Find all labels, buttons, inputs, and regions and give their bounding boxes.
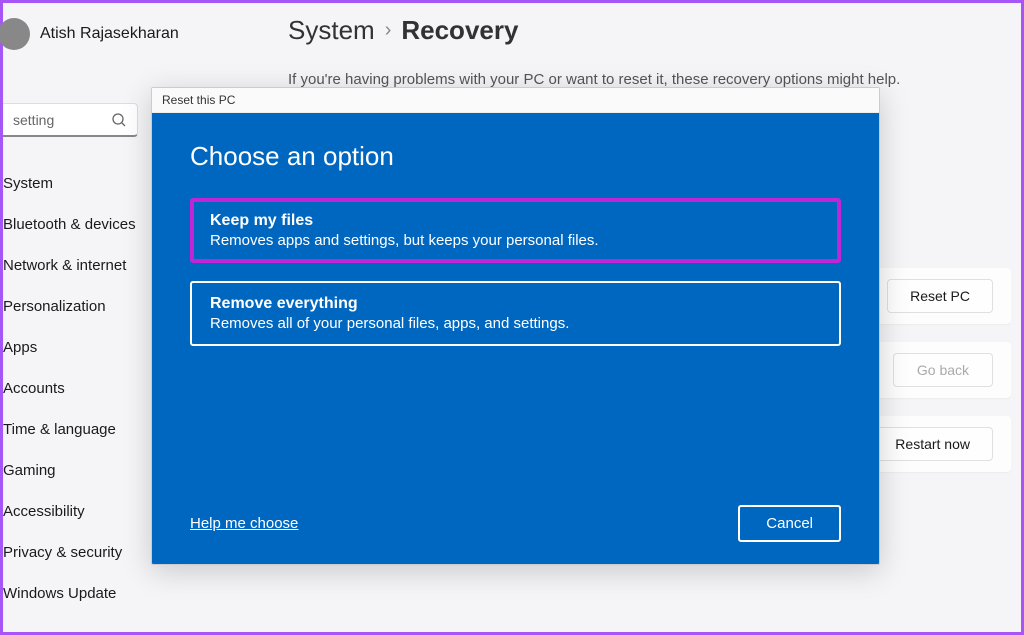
user-section[interactable]: Atish Rajasekharan <box>8 18 179 50</box>
sidebar-item-label: Personalization <box>3 298 106 315</box>
dialog-body: Choose an option Keep my files Removes a… <box>152 113 879 564</box>
sidebar-item-label: Bluetooth & devices <box>3 216 136 233</box>
sidebar-item-label: Gaming <box>3 462 56 479</box>
sidebar-item-label: Network & internet <box>3 257 126 274</box>
chevron-right-icon: › <box>385 19 392 42</box>
avatar <box>0 18 30 50</box>
breadcrumb-parent[interactable]: System <box>288 15 375 46</box>
cancel-button[interactable]: Cancel <box>738 505 841 542</box>
option-desc: Removes apps and settings, but keeps you… <box>210 232 821 249</box>
go-back-button: Go back <box>893 353 993 387</box>
search-text: setting <box>13 112 111 128</box>
option-remove-everything[interactable]: Remove everything Removes all of your pe… <box>190 281 841 346</box>
restart-now-button[interactable]: Restart now <box>872 427 993 461</box>
option-title: Remove everything <box>210 295 821 313</box>
search-icon <box>111 112 127 128</box>
sidebar-item-label: System <box>3 175 53 192</box>
search-input[interactable]: setting <box>3 103 138 137</box>
sidebar-item-label: Accounts <box>3 380 65 397</box>
option-keep-files[interactable]: Keep my files Removes apps and settings,… <box>190 198 841 263</box>
sidebar-item-label: Windows Update <box>3 585 116 602</box>
sidebar-item-label: Privacy & security <box>3 544 122 561</box>
reset-pc-dialog: Reset this PC Choose an option Keep my f… <box>151 87 880 565</box>
reset-pc-button[interactable]: Reset PC <box>887 279 993 313</box>
sidebar-item-label: Apps <box>3 339 37 356</box>
help-me-choose-link[interactable]: Help me choose <box>190 515 298 532</box>
page-description: If you're having problems with your PC o… <box>288 71 900 88</box>
breadcrumb: System › Recovery <box>288 15 518 46</box>
breadcrumb-current: Recovery <box>401 15 518 46</box>
sidebar-item-label: Accessibility <box>3 503 85 520</box>
sidebar-item-windows-update[interactable]: Windows Update <box>3 573 203 614</box>
dialog-footer: Help me choose Cancel <box>190 505 841 542</box>
username: Atish Rajasekharan <box>40 25 179 43</box>
sidebar-item-label: Time & language <box>3 421 116 438</box>
option-title: Keep my files <box>210 212 821 230</box>
dialog-heading: Choose an option <box>190 141 841 172</box>
option-desc: Removes all of your personal files, apps… <box>210 315 821 332</box>
dialog-title: Reset this PC <box>152 88 879 113</box>
